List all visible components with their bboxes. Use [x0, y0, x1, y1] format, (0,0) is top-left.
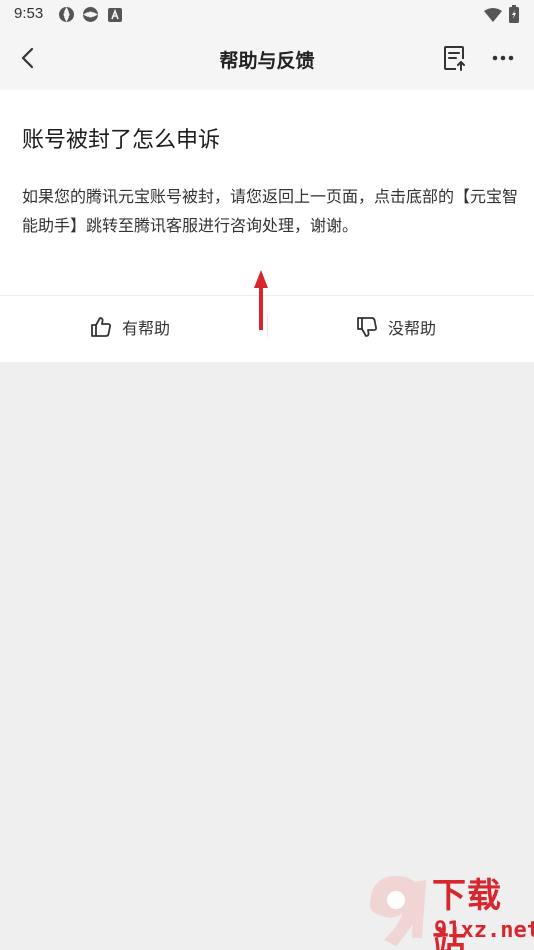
sync-icon — [82, 6, 99, 27]
wifi-icon — [484, 7, 502, 26]
article-body: 如果您的腾讯元宝账号被封，请您返回上一页面，点击底部的【元宝智能助手】跳转至腾讯… — [22, 187, 519, 235]
annotation-arrow — [252, 268, 270, 336]
thumbs-down-icon — [357, 317, 377, 337]
helpful-button[interactable]: 有帮助 — [90, 306, 170, 348]
feedback-document-button[interactable] — [438, 42, 470, 74]
document-upload-icon — [444, 46, 465, 71]
more-button[interactable] — [486, 42, 520, 74]
article-title: 账号被封了怎么申诉 — [22, 128, 221, 153]
status-bar: 9:53 — [0, 0, 534, 28]
logo-icon — [370, 876, 426, 946]
more-horizontal-icon — [492, 55, 514, 61]
nav-bar: 帮助与反馈 — [0, 28, 534, 90]
sync-icon — [58, 6, 75, 27]
watermark-site: 91xz.net — [434, 918, 534, 943]
font-a-icon — [108, 7, 122, 26]
battery-icon — [509, 5, 519, 27]
status-time: 9:53 — [14, 5, 44, 22]
thumbs-up-icon — [91, 317, 111, 337]
not-helpful-button[interactable]: 没帮助 — [356, 306, 436, 348]
helpful-label: 有帮助 — [122, 319, 171, 338]
not-helpful-label: 没帮助 — [388, 319, 437, 338]
watermark: 下载站 91xz.net — [362, 866, 534, 950]
